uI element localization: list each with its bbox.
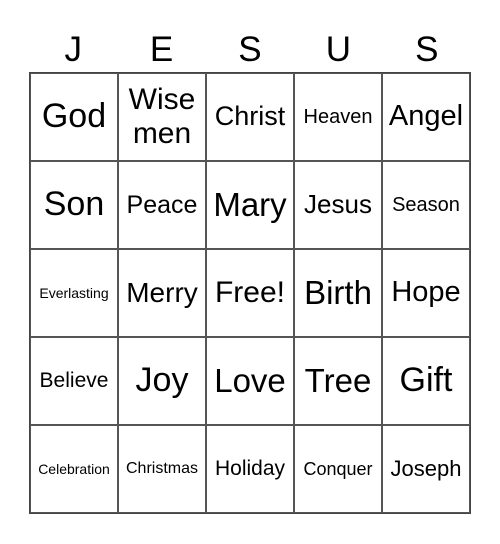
bingo-cell-label: Birth — [304, 274, 372, 312]
bingo-cell[interactable]: Celebration — [30, 425, 118, 513]
bingo-cell-label: Peace — [126, 190, 198, 219]
bingo-cell[interactable]: Believe — [30, 337, 118, 425]
bingo-cell-label: Love — [214, 362, 286, 400]
bingo-cell[interactable]: Peace — [118, 161, 206, 249]
header-letter: J — [64, 30, 82, 69]
bingo-cell-label: Angel — [388, 100, 464, 133]
bingo-cell[interactable]: Holiday — [206, 425, 294, 513]
bingo-cell[interactable]: Christmas — [118, 425, 206, 513]
bingo-cell[interactable]: Season — [382, 161, 470, 249]
bingo-header: J E S U S — [29, 28, 471, 72]
bingo-cell-label: Gift — [399, 361, 453, 400]
bingo-cell-label: Free! — [214, 275, 286, 309]
bingo-cell-label: God — [41, 97, 107, 136]
bingo-cell[interactable]: Christ — [206, 73, 294, 161]
bingo-cell[interactable]: Love — [206, 337, 294, 425]
bingo-grid: God Wise men Christ Heaven Angel Son Peace Mary… — [29, 72, 471, 514]
bingo-cell-label: Tree — [304, 362, 372, 400]
bingo-cell-label: Christ — [214, 101, 286, 132]
bingo-cell[interactable]: Heaven — [294, 73, 382, 161]
bingo-cell-label: Hope — [391, 276, 461, 309]
bingo-cell[interactable]: Merry — [118, 249, 206, 337]
bingo-cell-label: Joseph — [390, 456, 462, 482]
bingo-cell[interactable]: Birth — [294, 249, 382, 337]
bingo-cell-label: Christmas — [125, 459, 198, 477]
bingo-cell-label: Son — [43, 185, 105, 224]
header-letter: E — [149, 30, 174, 69]
bingo-cell-label: Everlasting — [39, 284, 109, 301]
bingo-cell[interactable]: Hope — [382, 249, 470, 337]
bingo-cell-label: Mary — [213, 186, 287, 224]
bingo-cell-label: Conquer — [303, 458, 373, 479]
bingo-cell[interactable]: Tree — [294, 337, 382, 425]
bingo-cell[interactable]: Free! — [206, 249, 294, 337]
header-letter: S — [415, 30, 439, 69]
bingo-cell-label: Believe — [39, 368, 109, 392]
bingo-cell-label: Celebration — [38, 460, 110, 477]
header-letter: U — [325, 30, 351, 69]
bingo-cell[interactable]: Joy — [118, 337, 206, 425]
bingo-cell-label: Heaven — [303, 105, 373, 128]
bingo-cell-label: Holiday — [214, 456, 286, 480]
bingo-cell[interactable]: Everlasting — [30, 249, 118, 337]
bingo-cell[interactable]: God — [30, 73, 118, 161]
bingo-cell-label: Jesus — [304, 189, 372, 220]
bingo-cell-label: Season — [392, 193, 460, 216]
bingo-cell[interactable]: Mary — [206, 161, 294, 249]
bingo-cell[interactable]: Son — [30, 161, 118, 249]
bingo-cell[interactable]: Conquer — [294, 425, 382, 513]
bingo-cell-label: Joy — [135, 361, 189, 400]
bingo-cell[interactable]: Jesus — [294, 161, 382, 249]
bingo-cell-label: Merry — [126, 276, 198, 308]
bingo-cell[interactable]: Angel — [382, 73, 470, 161]
bingo-cell[interactable]: Wise men — [118, 73, 206, 161]
bingo-cell[interactable]: Joseph — [382, 425, 470, 513]
bingo-cell-label: Wise men — [128, 82, 196, 151]
header-letter: S — [238, 30, 262, 69]
bingo-cell[interactable]: Gift — [382, 337, 470, 425]
